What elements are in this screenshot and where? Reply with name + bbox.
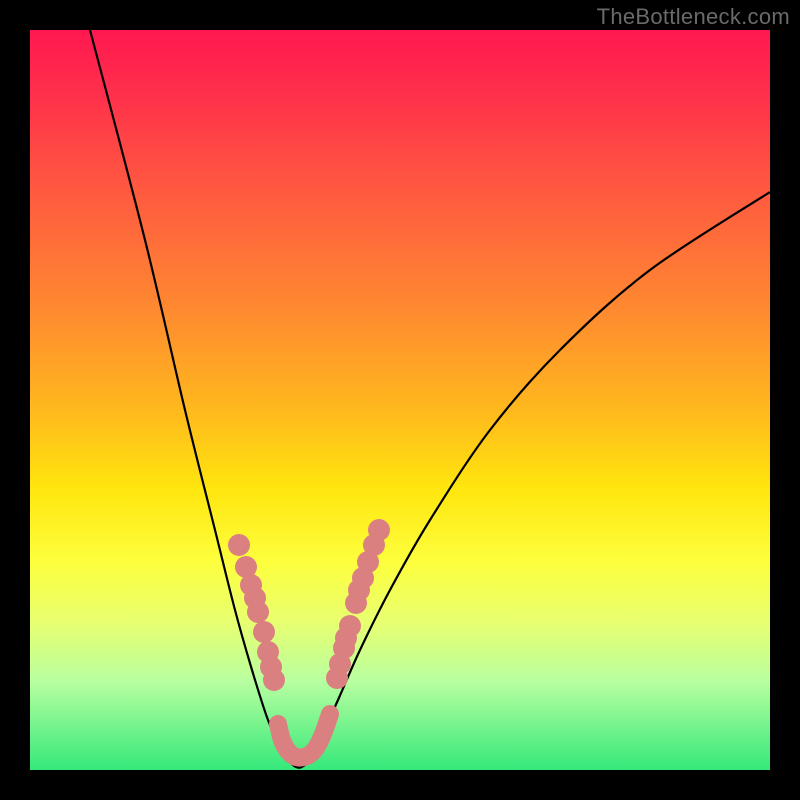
marker-dot: [228, 534, 250, 556]
watermark-text: TheBottleneck.com: [597, 4, 790, 30]
chart-frame: TheBottleneck.com: [0, 0, 800, 800]
curve-tip-highlight: [278, 714, 330, 757]
marker-cluster: [228, 519, 390, 691]
marker-dot: [247, 601, 269, 623]
curve-right: [300, 192, 770, 768]
marker-dot: [253, 621, 275, 643]
chart-svg: [30, 30, 770, 770]
marker-dot: [339, 615, 361, 637]
marker-dot: [263, 669, 285, 691]
plot-area: [30, 30, 770, 770]
marker-dot: [368, 519, 390, 541]
